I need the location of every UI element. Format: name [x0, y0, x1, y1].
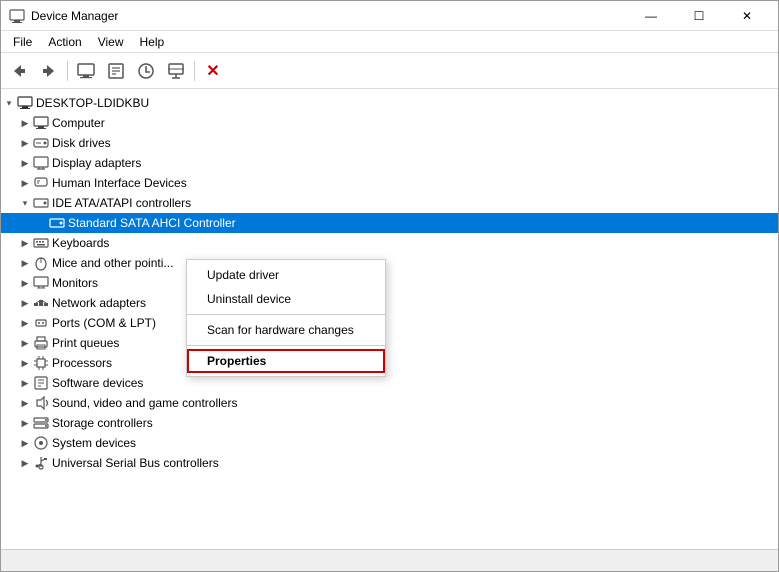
toolbar-update-button[interactable]: [132, 57, 160, 85]
status-bar: [1, 549, 778, 571]
toolbar: ✕: [1, 53, 778, 89]
tree-item-network[interactable]: ▶ Network adapters: [1, 293, 778, 313]
title-bar: Device Manager — ☐ ✕: [1, 1, 778, 31]
toolbar-uninstall-button[interactable]: ✕: [199, 57, 227, 85]
tree-item-sound[interactable]: ▶ Sound, video and game controllers: [1, 393, 778, 413]
menu-file[interactable]: File: [5, 33, 40, 51]
toolbar-separator-1: [67, 61, 68, 81]
network-label: Network adapters: [52, 296, 146, 310]
ctx-divider-1: [187, 314, 385, 315]
toolbar-forward-button[interactable]: [35, 57, 63, 85]
menu-view[interactable]: View: [90, 33, 132, 51]
window-controls: — ☐ ✕: [628, 1, 770, 31]
close-button[interactable]: ✕: [724, 1, 770, 31]
tree-item-display[interactable]: ▶ Display adapters: [1, 153, 778, 173]
ports-toggle[interactable]: ▶: [17, 315, 33, 331]
ctx-scan-changes[interactable]: Scan for hardware changes: [187, 318, 385, 342]
sata-label: Standard SATA AHCI Controller: [68, 216, 236, 230]
disk-drives-label: Disk drives: [52, 136, 111, 150]
storage-toggle[interactable]: ▶: [17, 415, 33, 431]
display-toggle[interactable]: ▶: [17, 155, 33, 171]
mice-label: Mice and other pointi...: [52, 256, 173, 270]
hid-label: Human Interface Devices: [52, 176, 187, 190]
software-label: Software devices: [52, 376, 143, 390]
menu-help[interactable]: Help: [132, 33, 173, 51]
tree-item-print[interactable]: ▶ Print queues: [1, 333, 778, 353]
tree-item-keyboards[interactable]: ▶ Keyboards: [1, 233, 778, 253]
root-label: DESKTOP-LDIDKBU: [36, 96, 149, 110]
tree-item-monitors[interactable]: ▶ Monitors: [1, 273, 778, 293]
ctx-properties[interactable]: Properties: [187, 349, 385, 373]
toolbar-properties2-button[interactable]: [102, 57, 130, 85]
tree-item-ports[interactable]: ▶ Ports (COM & LPT): [1, 313, 778, 333]
ctx-uninstall-device[interactable]: Uninstall device: [187, 287, 385, 311]
tree-root[interactable]: ▾ DESKTOP-LDIDKBU: [1, 93, 778, 113]
tree-item-storage[interactable]: ▶ Storage controllers: [1, 413, 778, 433]
ctx-divider-2: [187, 345, 385, 346]
usb-toggle[interactable]: ▶: [17, 455, 33, 471]
storage-label: Storage controllers: [52, 416, 153, 430]
computer-label: Computer: [52, 116, 105, 130]
sound-label: Sound, video and game controllers: [52, 396, 237, 410]
tree-item-processors[interactable]: ▶ Processors: [1, 353, 778, 373]
context-menu: Update driver Uninstall device Scan for …: [186, 259, 386, 377]
toolbar-scan-button[interactable]: [162, 57, 190, 85]
computer-toggle[interactable]: ▶: [17, 115, 33, 131]
ide-label: IDE ATA/ATAPI controllers: [52, 196, 191, 210]
network-toggle[interactable]: ▶: [17, 295, 33, 311]
toolbar-back-button[interactable]: [5, 57, 33, 85]
maximize-button[interactable]: ☐: [676, 1, 722, 31]
menu-bar: File Action View Help: [1, 31, 778, 53]
disk-toggle[interactable]: ▶: [17, 135, 33, 151]
menu-action[interactable]: Action: [40, 33, 89, 51]
content-area: ▾ DESKTOP-LDIDKBU ▶: [1, 89, 778, 549]
monitors-label: Monitors: [52, 276, 98, 290]
device-tree[interactable]: ▾ DESKTOP-LDIDKBU ▶: [1, 89, 778, 549]
root-toggle[interactable]: ▾: [1, 95, 17, 111]
processors-label: Processors: [52, 356, 112, 370]
keyboards-toggle[interactable]: ▶: [17, 235, 33, 251]
root-icon: [17, 95, 33, 111]
keyboards-label: Keyboards: [52, 236, 109, 250]
tree-item-system[interactable]: ▶ System devices: [1, 433, 778, 453]
toolbar-computer-button[interactable]: [72, 57, 100, 85]
mice-toggle[interactable]: ▶: [17, 255, 33, 271]
minimize-button[interactable]: —: [628, 1, 674, 31]
print-toggle[interactable]: ▶: [17, 335, 33, 351]
sata-toggle[interactable]: [33, 215, 49, 231]
ide-toggle[interactable]: ▾: [17, 195, 33, 211]
tree-item-hid[interactable]: ▶ Human Interface Devices: [1, 173, 778, 193]
hid-toggle[interactable]: ▶: [17, 175, 33, 191]
device-manager-window: Device Manager — ☐ ✕ File Action View He…: [0, 0, 779, 572]
tree-item-sata[interactable]: Standard SATA AHCI Controller: [1, 213, 778, 233]
tree-item-ide[interactable]: ▾ IDE ATA/ATAPI controllers: [1, 193, 778, 213]
tree-item-mice[interactable]: ▶ Mice and other pointi...: [1, 253, 778, 273]
monitors-toggle[interactable]: ▶: [17, 275, 33, 291]
software-toggle[interactable]: ▶: [17, 375, 33, 391]
tree-item-disk-drives[interactable]: ▶ Disk drives: [1, 133, 778, 153]
system-toggle[interactable]: ▶: [17, 435, 33, 451]
toolbar-separator-2: [194, 61, 195, 81]
display-label: Display adapters: [52, 156, 141, 170]
ports-label: Ports (COM & LPT): [52, 316, 156, 330]
app-icon: [9, 8, 25, 24]
tree-item-software[interactable]: ▶ Software devices: [1, 373, 778, 393]
window-title: Device Manager: [31, 9, 628, 23]
processors-toggle[interactable]: ▶: [17, 355, 33, 371]
ctx-update-driver[interactable]: Update driver: [187, 263, 385, 287]
print-label: Print queues: [52, 336, 119, 350]
sound-toggle[interactable]: ▶: [17, 395, 33, 411]
usb-label: Universal Serial Bus controllers: [52, 456, 219, 470]
system-label: System devices: [52, 436, 136, 450]
tree-item-usb[interactable]: ▶ Universal Serial Bus controllers: [1, 453, 778, 473]
tree-item-computer[interactable]: ▶ Computer: [1, 113, 778, 133]
